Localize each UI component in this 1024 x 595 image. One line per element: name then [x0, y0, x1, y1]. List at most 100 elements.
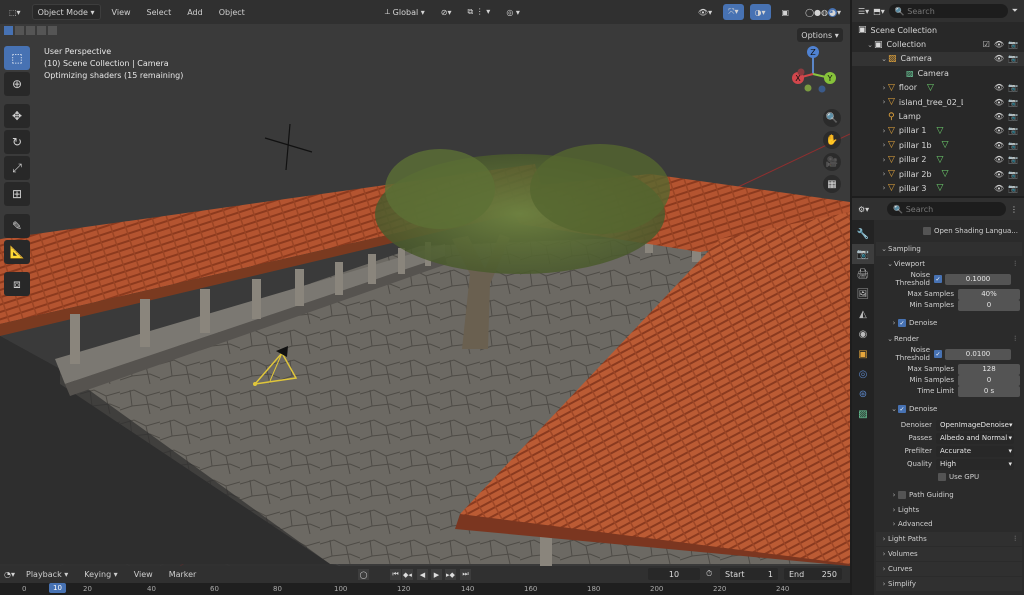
annotate-icon[interactable]: ✎	[4, 214, 30, 238]
mode-dropdown[interactable]: Object Mode ▾	[31, 4, 101, 20]
checkbox-icon[interactable]: ☑	[983, 40, 990, 49]
vp-min-field[interactable]: 0	[958, 299, 1020, 311]
vp-noise-field[interactable]: 0.1000	[945, 273, 1011, 285]
display-mode-icon[interactable]: ⬒▾	[873, 7, 885, 16]
select-extend-icon[interactable]	[15, 26, 24, 35]
object-tab-icon[interactable]: ▣	[852, 344, 874, 364]
outliner-row-pillar-1b[interactable]: › ▽ pillar 1b ▽ 👁 📷	[852, 138, 1024, 152]
eye-icon[interactable]: 👁	[994, 54, 1004, 63]
osl-checkbox[interactable]	[922, 227, 931, 235]
camera-render-icon[interactable]: 📷	[1008, 83, 1018, 92]
vp-denoise-checkbox[interactable]: ✓	[898, 319, 906, 327]
presets-icon[interactable]: ⫶	[1014, 535, 1016, 544]
r-time-field[interactable]: 0 s	[958, 385, 1020, 397]
properties-search-input[interactable]: 🔍 Search	[887, 202, 1006, 216]
rotate-icon[interactable]: ↻	[4, 130, 30, 154]
camera-view-icon[interactable]: 🎥	[823, 153, 841, 171]
constraints-tab-icon[interactable]: ⊛	[852, 384, 874, 404]
use-gpu-row[interactable]: Use GPU	[876, 470, 1022, 484]
collapse-icon[interactable]: ›	[880, 127, 888, 135]
camera-render-icon[interactable]: 📷	[1008, 141, 1018, 150]
camera-render-icon[interactable]: 📷	[1008, 112, 1018, 121]
select-box-icon[interactable]: ⬚	[4, 46, 30, 70]
quality-dropdown[interactable]: High ▾	[936, 458, 1014, 470]
properties-editor-icon[interactable]: ⚙▾	[858, 205, 869, 214]
next-key-icon[interactable]: ▸◆	[445, 569, 456, 580]
collapse-icon[interactable]: ›	[880, 84, 888, 92]
view-layer-tab-icon[interactable]: 🖼	[852, 284, 874, 304]
move-icon[interactable]: ✥	[4, 104, 30, 128]
start-frame-field[interactable]: Start 1	[720, 568, 778, 580]
outliner-row-pillar-1[interactable]: › ▽ pillar 1 ▽ 👁 📷	[852, 124, 1024, 138]
outliner-row-camera-data[interactable]: ▨ Camera	[852, 66, 1024, 80]
outliner-row-camera[interactable]: ⌄ ▨ Camera 👁 📷	[852, 51, 1024, 67]
lights-row[interactable]: › Lights	[876, 503, 1022, 517]
outliner-row-pillar-2[interactable]: › ▽ pillar 2 ▽ 👁 📷	[852, 153, 1024, 167]
eye-icon[interactable]: 👁	[994, 98, 1004, 107]
outliner-row-pillar-3[interactable]: › ▽ pillar 3 ▽ 👁 📷	[852, 181, 1024, 195]
r-noise-field[interactable]: 0.0100	[945, 348, 1011, 360]
overlay-toggle-icon[interactable]: ◑▾	[749, 4, 771, 20]
end-frame-field[interactable]: End 250	[784, 568, 842, 580]
collapse-icon[interactable]: ›	[880, 156, 888, 164]
expand-icon[interactable]: ⌄	[880, 55, 888, 63]
proportional-icon[interactable]: ◎ ▾	[501, 4, 525, 20]
outliner-row-pillar-2b[interactable]: › ▽ pillar 2b ▽ 👁 📷	[852, 167, 1024, 181]
menu-add[interactable]: Add	[182, 8, 208, 17]
vp-noise-checkbox[interactable]: ✓	[934, 275, 942, 283]
cursor-icon[interactable]: ⊕	[4, 72, 30, 96]
curves-panel[interactable]: › Curves	[876, 562, 1022, 576]
timeline-editor-icon[interactable]: ◔▾	[4, 570, 15, 579]
r-noise-checkbox[interactable]: ✓	[934, 350, 942, 358]
light-paths-panel[interactable]: › Light Paths ⫶	[876, 532, 1022, 546]
simplify-panel[interactable]: › Simplify	[876, 577, 1022, 591]
use-gpu-checkbox[interactable]	[938, 473, 946, 481]
camera-render-icon[interactable]: 📷	[1008, 98, 1018, 107]
grid-perspective-icon[interactable]: ▦	[823, 175, 841, 193]
record-icon[interactable]: ◯	[358, 569, 369, 580]
eye-icon[interactable]: 👁	[994, 40, 1004, 49]
select-subtract-icon[interactable]	[26, 26, 35, 35]
stopwatch-icon[interactable]: ⏱	[706, 569, 712, 579]
camera-render-icon[interactable]: 📷	[1008, 170, 1018, 179]
data-tab-icon[interactable]: ▨	[852, 404, 874, 424]
path-guiding-checkbox[interactable]	[898, 491, 906, 499]
camera-render-icon[interactable]: 📷	[1008, 155, 1018, 164]
play-reverse-icon[interactable]: ◀	[417, 569, 428, 580]
outliner-row-floor[interactable]: › ▽ floor ▽ 👁 📷	[852, 81, 1024, 95]
presets-icon[interactable]: ⫶	[1014, 260, 1016, 269]
collapse-icon[interactable]: ›	[880, 184, 888, 192]
presets-icon[interactable]: ⫶	[1014, 335, 1016, 344]
viewport-subpanel-header[interactable]: ⌄ Viewport ⫶	[876, 257, 1022, 271]
menu-view[interactable]: View	[107, 8, 136, 17]
outliner-row-tree[interactable]: ›▽island_tree_02_LO 👁 📷	[852, 95, 1024, 109]
collapse-icon[interactable]: ›	[880, 98, 888, 106]
select-mode-buttons[interactable]	[4, 26, 57, 35]
eye-icon[interactable]: 👁	[994, 83, 1004, 92]
eye-icon[interactable]: 👁	[994, 184, 1004, 193]
xray-icon[interactable]: ▣	[777, 4, 795, 20]
marker-menu[interactable]: Marker	[164, 570, 202, 579]
snap-icon[interactable]: ⧉ ⋮ ▾	[462, 4, 495, 20]
playhead-frame[interactable]: 10	[49, 583, 66, 593]
r-denoise-row[interactable]: ⌄ ✓ Denoise	[876, 402, 1022, 416]
collapse-icon[interactable]: ›	[880, 141, 888, 149]
outliner-row-lamp[interactable]: ⚲ Lamp 👁 📷	[852, 109, 1024, 123]
jump-end-icon[interactable]: ⏭	[460, 569, 471, 580]
pivot-icon[interactable]: ⊘▾	[436, 4, 457, 20]
outliner-editor-icon[interactable]: ☰▾	[858, 7, 869, 16]
measure-icon[interactable]: 📐	[4, 240, 30, 264]
physics-tab-icon[interactable]: ◎	[852, 364, 874, 384]
current-frame-field[interactable]: 10	[648, 568, 700, 580]
osl-checkbox-row[interactable]: Open Shading Langua...	[876, 224, 1022, 238]
pan-hand-icon[interactable]: ✋	[823, 131, 841, 149]
timeline-ruler[interactable]: 0 10 20 40 60 80 100 120 140 160 180 200…	[0, 583, 850, 595]
navigation-gizmo[interactable]: Z Y X	[788, 44, 838, 94]
collapse-icon[interactable]: ›	[880, 170, 888, 178]
expand-icon[interactable]: ⌄	[866, 41, 874, 49]
output-tab-icon[interactable]: 🖨	[852, 264, 874, 284]
3d-viewport[interactable]: User Perspective (10) Scene Collection |…	[0, 24, 850, 566]
orientation-dropdown[interactable]: ⟂ Global ▾	[380, 4, 430, 20]
select-invert-icon[interactable]	[37, 26, 46, 35]
r-denoise-checkbox[interactable]: ✓	[898, 405, 906, 413]
